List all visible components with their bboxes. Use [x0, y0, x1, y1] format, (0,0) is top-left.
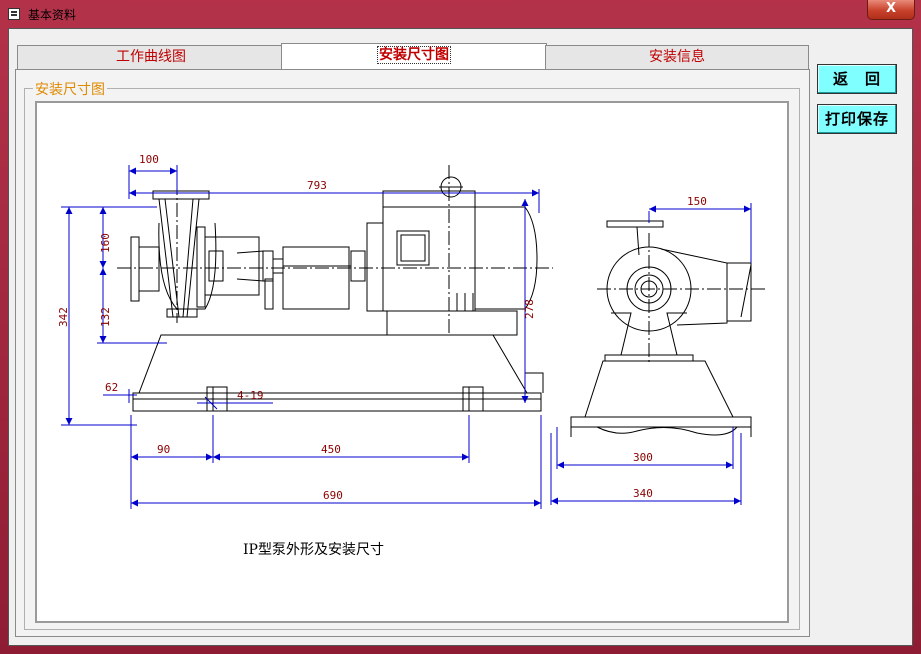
tab-label: 工作曲线图	[116, 49, 186, 65]
drawing-caption: IP型泵外形及安装尺寸	[243, 542, 384, 558]
dim-300: 300	[633, 451, 653, 464]
pump-front-view	[570, 220, 752, 437]
tab-install-info[interactable]: 安装信息	[545, 45, 809, 69]
print-save-button[interactable]: 打印保存	[817, 104, 897, 134]
pump-side-view	[130, 176, 544, 412]
tab-label: 安装信息	[649, 49, 705, 65]
dim-62: 62	[105, 381, 118, 394]
window-title: 基本资料	[28, 8, 77, 22]
group-label: 安装尺寸图	[33, 79, 107, 99]
app-window: 基本资料 X 工作曲线图 安装尺寸图 安装信息 安装尺寸图 100 793 15…	[0, 0, 921, 654]
dim-342: 342	[57, 307, 70, 327]
tab-work-curve[interactable]: 工作曲线图	[17, 45, 285, 69]
base-plate	[132, 392, 542, 412]
drawing-canvas: 100 793 150 342 160 132 278 62 4-19 90 4…	[35, 101, 789, 623]
close-button[interactable]: X	[867, 0, 915, 20]
dim-100: 100	[139, 153, 159, 166]
dim-690: 690	[323, 489, 343, 502]
dim-340: 340	[633, 487, 653, 500]
tab-panel: 安装尺寸图 100 793 150 342 160 132 278 62 4-1…	[15, 69, 810, 637]
tab-install-dimension[interactable]: 安装尺寸图	[281, 43, 547, 70]
dim-450: 450	[321, 443, 341, 456]
tab-label: 安装尺寸图	[377, 46, 451, 64]
dim-90: 90	[157, 443, 170, 456]
dim-160: 160	[99, 233, 112, 253]
install-drawing-group: 安装尺寸图 100 793 150 342 160 132 278 62 4-1…	[24, 79, 800, 630]
dim-132: 132	[99, 307, 112, 327]
dim-150: 150	[687, 195, 707, 208]
title-bar: 基本资料 X	[0, 0, 921, 28]
tab-control: 工作曲线图 安装尺寸图 安装信息 安装尺寸图 100 793 150 342 1…	[15, 43, 810, 637]
window-app-icon	[8, 8, 20, 20]
client-area: 工作曲线图 安装尺寸图 安装信息 安装尺寸图 100 793 150 342 1…	[8, 28, 913, 646]
dim-793: 793	[307, 179, 327, 192]
dim-4-19: 4-19	[237, 389, 264, 402]
back-button[interactable]: 返 回	[817, 64, 897, 94]
center-lines	[117, 165, 767, 363]
dim-278: 278	[523, 299, 536, 319]
